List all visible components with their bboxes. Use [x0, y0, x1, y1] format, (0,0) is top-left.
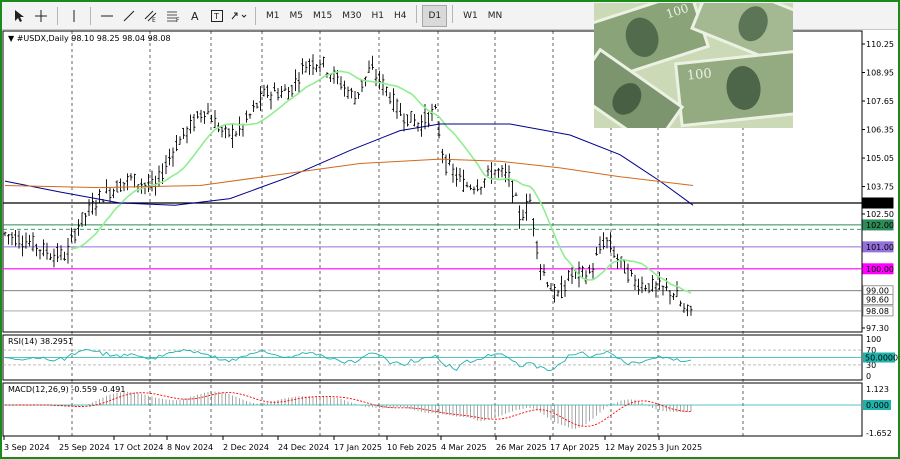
date-label: 25 Sep 2024 [59, 443, 110, 452]
level-price-label: 98.08 [866, 307, 889, 316]
price-tick-label: 107.65 [866, 97, 894, 106]
date-label: 3 Sep 2024 [4, 443, 50, 452]
price-tick-label: 110.25 [866, 40, 894, 49]
date-label: 17 Oct 2024 [114, 443, 163, 452]
level-price-label: 102.00 [866, 221, 894, 230]
date-label: 17 Apr 2025 [550, 443, 599, 452]
date-label: 26 Mar 2025 [496, 443, 547, 452]
macd-signal-line [5, 392, 692, 427]
level-price-label: 98.60 [866, 295, 889, 304]
rsi-line [4, 349, 692, 371]
rsi-tick-label: 0 [866, 372, 871, 381]
sma-slow-line [4, 158, 694, 189]
price-tick-label: 105.05 [866, 154, 894, 163]
rsi-tick-label: 100 [866, 335, 881, 344]
date-label: 3 Jun 2025 [659, 443, 702, 452]
date-label: 17 Jan 2025 [334, 443, 382, 452]
price-tick-label: 102.50 [866, 210, 894, 219]
chart-header-label: ▼ #USDX,Daily 98.10 98.25 98.04 98.08 [8, 34, 171, 43]
macd-tick-label: -1.652 [866, 429, 892, 438]
macd-histogram [46, 391, 692, 429]
price-tick-label: 97.30 [866, 324, 889, 333]
rsi-header-label: RSI(14) 38.2951 [8, 337, 73, 346]
level-price-label: 103.00 [866, 199, 894, 208]
rsi-level-label: 50.0000 [865, 354, 898, 363]
macd-header-label: MACD(12,26,9) -0.559 -0.491 [8, 385, 125, 394]
date-label: 4 Mar 2025 [441, 443, 487, 452]
date-label: 2 Dec 2024 [223, 443, 269, 452]
level-price-label: 100.00 [866, 265, 894, 274]
level-price-label: 101.00 [866, 243, 894, 252]
price-tick-label: 103.75 [866, 183, 894, 192]
macd-tick-label: 1.123 [866, 385, 889, 394]
date-label: 24 Dec 2024 [278, 443, 329, 452]
macd-pane-border [2, 382, 863, 437]
price-bars [3, 54, 693, 317]
date-label: 12 May 2025 [605, 443, 657, 452]
money-photo: 100 100 [594, 3, 793, 128]
macd-level-label: 0.000 [866, 401, 889, 410]
price-tick-label: 108.95 [866, 69, 894, 78]
price-tick-label: 106.35 [866, 126, 894, 135]
date-label: 10 Feb 2025 [387, 443, 437, 452]
date-label: 8 Nov 2024 [167, 443, 213, 452]
